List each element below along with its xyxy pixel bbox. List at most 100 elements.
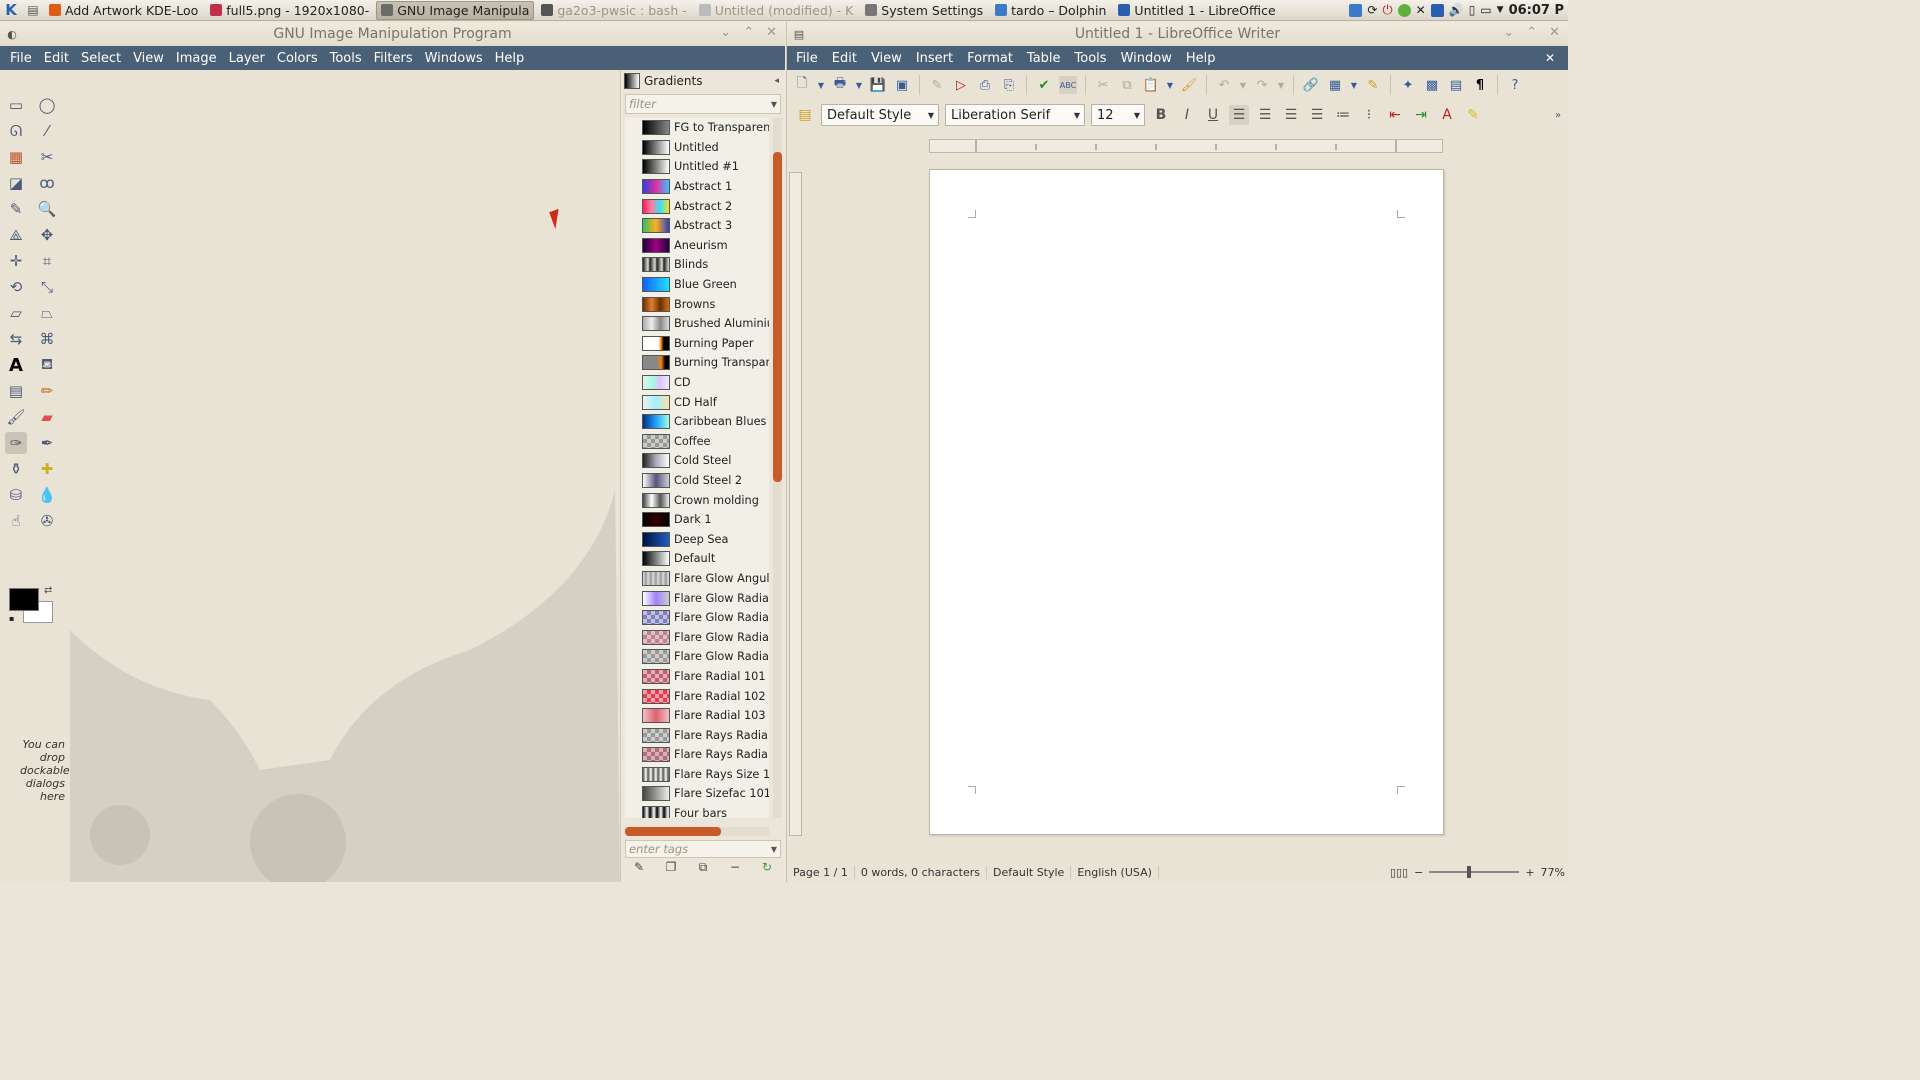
close-document-icon[interactable]: ✕ [1538, 51, 1562, 65]
gradient-list-item[interactable]: Flare Glow Radial 2 [625, 608, 769, 628]
page-count[interactable]: Page 1 / 1 [787, 865, 855, 879]
taskbar-task[interactable]: tardo – Dolphin [990, 1, 1111, 20]
rect-select-icon[interactable]: ▭ [5, 94, 27, 116]
align-icon[interactable]: ✛ [5, 250, 27, 272]
scrollbar-thumb[interactable] [773, 152, 782, 482]
gradient-list-item[interactable]: Aneurism [625, 236, 769, 256]
gradient-list-item[interactable]: Flare Radial 102 [625, 686, 769, 706]
heal-icon[interactable]: ✚ [36, 458, 58, 480]
zoom-icon[interactable]: 🔍 [36, 198, 58, 220]
foreground-color-swatch-top[interactable] [9, 588, 39, 611]
gimp-menu-colors[interactable]: Colors [271, 51, 324, 66]
smudge-icon[interactable]: ☝ [5, 510, 27, 532]
airbrush-icon[interactable]: ✑ [5, 432, 27, 454]
edit-gradient-icon[interactable]: ✎ [631, 860, 647, 875]
paste-dropdown-icon[interactable]: ▼ [1166, 76, 1174, 94]
ink-icon[interactable]: ✒ [36, 432, 58, 454]
writer-menu-view[interactable]: View [864, 51, 909, 66]
free-select-icon[interactable]: ᘏ [5, 120, 27, 142]
gradient-list-item[interactable]: Flare Rays Size 1 [625, 765, 769, 785]
eraser-icon[interactable]: ▰ [36, 406, 58, 428]
redo-icon[interactable]: ↷ [1253, 76, 1271, 94]
gradient-list-item[interactable]: Coffee [625, 432, 769, 452]
swap-colors-icon[interactable]: ⇄ [44, 585, 52, 596]
redo-dropdown-icon[interactable]: ▼ [1277, 76, 1285, 94]
gimp-menu-layer[interactable]: Layer [223, 51, 271, 66]
bold-icon[interactable]: B [1151, 105, 1171, 125]
tray-power-icon[interactable]: ⏻ [1382, 3, 1392, 18]
gradient-list-item[interactable]: Flare Radial 103 [625, 706, 769, 726]
crop-icon[interactable]: ⌗ [36, 250, 58, 272]
italic-icon[interactable]: I [1177, 105, 1197, 125]
gradient-list-item[interactable]: Cold Steel 2 [625, 471, 769, 491]
align-center-icon[interactable]: ☰ [1255, 105, 1275, 125]
align-left-icon[interactable]: ☰ [1229, 105, 1249, 125]
zoom-slider-knob[interactable] [1467, 866, 1472, 878]
paragraph-style-dropdown-icon[interactable]: ▼ [928, 111, 934, 120]
gradient-list-scrollbar[interactable] [773, 118, 782, 818]
copy-icon[interactable]: ⧉ [1118, 76, 1136, 94]
taskbar-task[interactable]: Untitled 1 - LibreOffice [1113, 1, 1280, 20]
gradient-list-item[interactable]: Burning Transparency [625, 353, 769, 373]
writer-menu-help[interactable]: Help [1179, 51, 1223, 66]
gradient-list-item[interactable]: CD Half [625, 392, 769, 412]
gimp-menu-filters[interactable]: Filters [368, 51, 419, 66]
gimp-titlebar[interactable]: ◐ GNU Image Manipulation Program ⌄ ⌃ ✕ [0, 22, 785, 46]
horizontal-ruler[interactable] [929, 139, 1443, 153]
gimp-menu-windows[interactable]: Windows [419, 51, 489, 66]
minimize-icon[interactable]: ⌄ [1503, 25, 1514, 40]
hyperlink-icon[interactable]: 🔗 [1302, 76, 1320, 94]
styles-formatting-icon[interactable]: ▤ [795, 105, 815, 125]
open-icon[interactable]: 🖶 [831, 76, 849, 94]
paths-icon[interactable]: ꝏ [36, 172, 58, 194]
minimize-icon[interactable]: ⌄ [720, 25, 731, 40]
gradient-list-hscrollbar[interactable] [625, 827, 769, 836]
gradient-list-item[interactable]: Flare Glow Radial 4 [625, 647, 769, 667]
reset-colors-icon[interactable]: ▪ [9, 614, 14, 623]
underline-icon[interactable]: U [1203, 105, 1223, 125]
writer-menu-format[interactable]: Format [960, 51, 1020, 66]
clone-formatting-icon[interactable]: 🖌 [1180, 76, 1198, 94]
gradient-list-item[interactable]: Crown molding [625, 490, 769, 510]
spellcheck-icon[interactable]: ✔ [1035, 76, 1053, 94]
gimp-menu-select[interactable]: Select [75, 51, 127, 66]
tags-dropdown-icon[interactable]: ▼ [771, 845, 777, 854]
text-tool-icon[interactable]: A [5, 354, 27, 376]
gradient-list-item[interactable]: Flare Glow Radial 3 [625, 627, 769, 647]
paintbrush-icon[interactable]: 🖌 [5, 406, 27, 428]
tags-input[interactable]: enter tags ▼ [625, 840, 781, 858]
maximize-icon[interactable]: ⌃ [1526, 25, 1537, 40]
close-icon[interactable]: ✕ [1549, 25, 1560, 40]
gradient-list-item[interactable]: Caribbean Blues [625, 412, 769, 432]
gradient-list-item[interactable]: Cold Steel [625, 451, 769, 471]
tray-network-icon[interactable] [1397, 3, 1411, 17]
writer-window-icon[interactable]: ▤ [791, 26, 807, 42]
view-layout-icon[interactable]: ▯▯▯ [1390, 866, 1408, 879]
gradient-list-item[interactable]: Default [625, 549, 769, 569]
numbering-icon[interactable]: ≔ [1333, 105, 1353, 125]
color-select-icon[interactable]: ▦ [5, 146, 27, 168]
paste-icon[interactable]: 📋 [1142, 76, 1160, 94]
gradient-filter-input[interactable]: filter ▼ [625, 94, 781, 114]
writer-menu-tools[interactable]: Tools [1068, 51, 1114, 66]
highlight-icon[interactable]: ✎ [1463, 105, 1483, 125]
taskbar-task[interactable]: full5.png - 1920x1080- [205, 1, 374, 20]
writer-menu-edit[interactable]: Edit [825, 51, 864, 66]
gimp-menu-view[interactable]: View [127, 51, 170, 66]
clipboard-icon[interactable]: ▯ [1469, 3, 1476, 17]
move-icon[interactable]: ✥ [36, 224, 58, 246]
refresh-gradients-icon[interactable]: ↻ [759, 860, 775, 875]
decrease-indent-icon[interactable]: ⇤ [1385, 105, 1405, 125]
hscrollbar-thumb[interactable] [625, 827, 721, 836]
bucket-fill-icon[interactable]: ⛾ [36, 354, 58, 376]
undo-icon[interactable]: ↶ [1215, 76, 1233, 94]
font-color-icon[interactable]: A [1437, 105, 1457, 125]
writer-menu-file[interactable]: File [789, 51, 825, 66]
word-count[interactable]: 0 words, 0 characters [855, 865, 987, 879]
writer-titlebar[interactable]: ▤ Untitled 1 - LibreOffice Writer ⌄ ⌃ ✕ [787, 22, 1568, 46]
tray-tools-icon[interactable]: ✕ [1416, 3, 1426, 17]
bullets-icon[interactable]: ⁝ [1359, 105, 1379, 125]
zoom-out-icon[interactable]: − [1414, 866, 1423, 879]
writer-menu-insert[interactable]: Insert [909, 51, 960, 66]
zoom-in-icon[interactable]: + [1525, 866, 1534, 879]
